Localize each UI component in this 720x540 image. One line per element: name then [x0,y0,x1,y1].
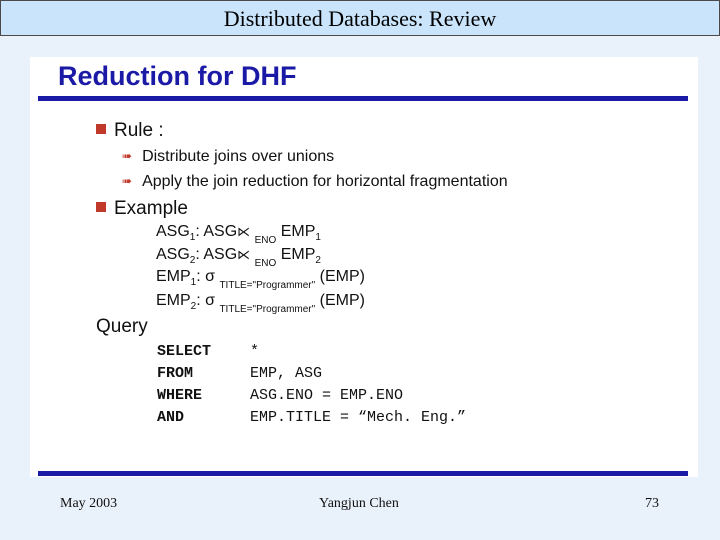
sql-clause: ASG.ENO = EMP.ENO [250,387,404,404]
semijoin-icon: ⋉ [237,247,251,262]
sql-keyword: SELECT [157,343,212,360]
example-expression: ASG1: ASG⋉ ENO EMP1 [156,223,321,246]
query-label: Query [96,316,148,337]
bullet-label: Example [114,198,188,219]
footer-page-number: 73 [645,496,659,511]
sql-keyword: WHERE [157,387,203,404]
bullet-rule: Rule : [96,120,164,142]
example-expression: EMP1: σ TITLE="Programmer" (EMP) [156,268,365,291]
list-item: ➠ Distribute joins over unions [122,148,334,166]
divider-top [38,96,688,101]
sql-clause: EMP, ASG [250,365,323,382]
example-expression: ASG2: ASG⋉ ENO EMP2 [156,246,321,269]
square-bullet-icon [96,124,106,134]
sigma-icon: σ [205,292,215,309]
sigma-icon: σ [205,268,215,285]
square-bullet-icon [96,202,106,212]
slide-title-bar: Distributed Databases: Review [0,0,720,36]
sql-clause: * [250,343,260,360]
arrow-bullet-icon: ➠ [122,174,133,188]
divider-bottom [38,471,688,476]
page-title: Reduction for DHF [58,61,297,91]
bullet-label: Rule : [114,120,164,141]
footer-date: May 2003 [60,496,118,511]
sql-keyword: FROM [157,365,194,382]
list-item-text: Apply the join reduction for horizontal … [142,173,508,190]
slide-title: Distributed Databases: Review [223,6,497,31]
list-item: ➠ Apply the join reduction for horizontal… [122,173,508,191]
sql-clause: EMP.TITLE = “Mech. Eng.” [250,409,467,426]
slide-content: Reduction for DHF Rule : ➠ Distribute joi… [30,57,698,477]
bullet-example: Example [96,198,188,220]
semijoin-icon: ⋉ [237,224,251,239]
list-item-text: Distribute joins over unions [142,148,335,165]
arrow-bullet-icon: ➠ [122,149,133,163]
footer-author: Yangjun Chen [319,496,399,511]
example-expression: EMP2: σ TITLE="Programmer" (EMP) [156,292,365,315]
sql-keyword: AND [157,409,185,426]
